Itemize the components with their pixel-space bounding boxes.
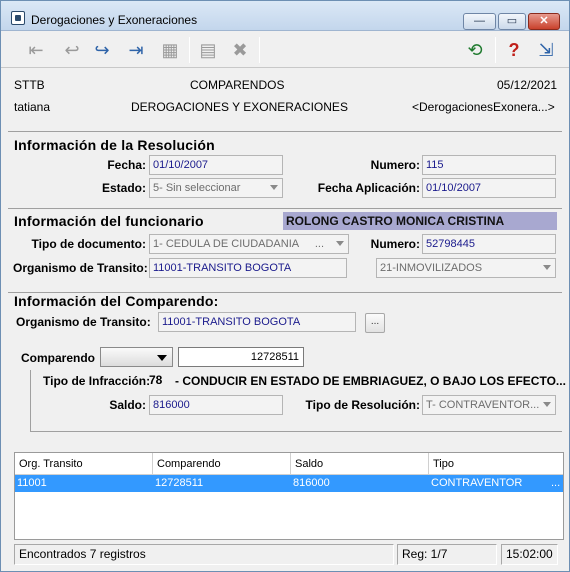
- estado-value: 5- Sin seleccionar: [153, 182, 241, 194]
- toolbar-separator: [495, 37, 496, 63]
- last-record-icon[interactable]: ⇥: [123, 37, 149, 63]
- chevron-down-icon: [157, 355, 167, 361]
- toolbar: ⇤ ↩ ↪ ⇥ ▦ ▤ ✖ ⟲ ? ⇲: [1, 32, 569, 68]
- form-name: <DerogacionesExonera...>: [412, 100, 555, 114]
- maximize-button[interactable]: ▭: [498, 13, 526, 30]
- save-icon[interactable]: ▤: [195, 37, 221, 63]
- fecha-aplicacion-field[interactable]: 01/10/2007: [422, 178, 556, 198]
- tipo-resolucion-label: Tipo de Resolución:: [305, 398, 420, 412]
- minimize-button[interactable]: —: [463, 13, 496, 30]
- app-icon: [11, 11, 25, 25]
- tipo-infraccion-label: Tipo de Infracción:: [43, 374, 151, 388]
- column-header[interactable]: Saldo: [291, 453, 429, 475]
- app-window: Derogaciones y Exoneraciones — ▭ ✕ ⇤ ↩ ↪…: [0, 0, 570, 572]
- tipo-resolucion-value: T- CONTRAVENTOR...: [426, 399, 540, 411]
- comparendo-type-dropdown[interactable]: [100, 347, 173, 367]
- module-label: COMPARENDOS: [190, 78, 285, 92]
- cell-comparendo: 12728511: [155, 477, 204, 489]
- first-record-icon[interactable]: ⇤: [23, 37, 49, 63]
- estado-label: Estado:: [101, 181, 146, 195]
- window-title: Derogaciones y Exoneraciones: [31, 13, 198, 27]
- comparendo-label: Comparendo: [21, 351, 96, 365]
- edit-icon[interactable]: ▦: [157, 37, 183, 63]
- comparendo-organismo-label: Organismo de Transito:: [16, 315, 151, 329]
- grid-header: Org. Transito Comparendo Saldo Tipo: [15, 453, 563, 475]
- next-record-icon[interactable]: ↪: [89, 37, 115, 63]
- cell-tipo: CONTRAVENTOR: [431, 477, 523, 489]
- refresh-icon[interactable]: ⟲: [462, 37, 488, 63]
- estado-dropdown[interactable]: 5- Sin seleccionar: [149, 178, 283, 198]
- cell-org: 11001: [17, 477, 47, 489]
- record-position: Reg: 1/7: [397, 544, 497, 565]
- saldo-field[interactable]: 816000: [149, 395, 283, 415]
- form-title: DEROGACIONES Y EXONERACIONES: [131, 100, 348, 114]
- funcionario-organismo-field[interactable]: 11001-TRANSITO BOGOTA: [149, 258, 347, 278]
- column-header[interactable]: Org. Transito: [15, 453, 153, 475]
- help-icon[interactable]: ?: [501, 37, 527, 63]
- funcionario-name: ROLONG CASTRO MONICA CRISTINA: [283, 212, 557, 230]
- fecha-aplicacion-label: Fecha Aplicación:: [317, 181, 420, 195]
- status-bar: Encontrados 7 registros Reg: 1/7 15:02:0…: [1, 543, 569, 571]
- comparendo-frame: [30, 370, 31, 432]
- chevron-down-icon: [543, 402, 551, 407]
- funcionario-numero-label: Numero:: [370, 237, 420, 251]
- tipo-documento-label: Tipo de documento:: [31, 237, 146, 251]
- chevron-down-icon: [270, 185, 278, 190]
- fecha-label: Fecha:: [107, 158, 146, 172]
- organismo-lookup-button[interactable]: ...: [365, 313, 385, 333]
- funcionario-numero-field[interactable]: 52798445: [422, 234, 556, 254]
- title-bar[interactable]: Derogaciones y Exoneraciones — ▭ ✕: [1, 1, 569, 31]
- tipo-infraccion-desc: - CONDUCIR EN ESTADO DE EMBRIAGUEZ, O BA…: [175, 374, 566, 388]
- column-header[interactable]: Comparendo: [153, 453, 291, 475]
- numero-label: Numero:: [370, 158, 420, 172]
- clock: 15:02:00: [501, 544, 558, 565]
- close-button[interactable]: ✕: [528, 13, 560, 30]
- fecha-field[interactable]: 01/10/2007: [149, 155, 283, 175]
- results-grid[interactable]: Org. Transito Comparendo Saldo Tipo 1100…: [14, 452, 564, 540]
- funcionario-organismo-label: Organismo de Transito:: [13, 261, 148, 275]
- tipo-documento-value: 1- CEDULA DE CIUDADANIA: [153, 238, 300, 250]
- exit-icon[interactable]: ⇲: [533, 37, 559, 63]
- toolbar-separator: [259, 37, 260, 63]
- comparendo-title: Información del Comparendo:: [14, 293, 219, 309]
- inmovilizados-dropdown[interactable]: 21-INMOVILIZADOS: [376, 258, 556, 278]
- saldo-label: Saldo:: [109, 398, 146, 412]
- funcionario-title: Información del funcionario: [14, 213, 204, 229]
- delete-icon[interactable]: ✖: [227, 37, 253, 63]
- tipo-resolucion-dropdown[interactable]: T- CONTRAVENTOR...: [422, 395, 556, 415]
- comparendo-organismo-field[interactable]: 11001-TRANSITO BOGOTA: [158, 312, 356, 332]
- chevron-down-icon: [543, 265, 551, 270]
- cell-saldo: 816000: [293, 477, 330, 489]
- user-label: tatiana: [14, 100, 51, 114]
- tipo-documento-dropdown[interactable]: 1- CEDULA DE CIUDADANIA ...: [149, 234, 349, 254]
- table-row[interactable]: 11001 12728511 816000 CONTRAVENTOR ...: [15, 475, 563, 492]
- tipo-infraccion-code: 78: [149, 373, 163, 387]
- column-header[interactable]: Tipo: [429, 453, 563, 475]
- comparendo-input[interactable]: 12728511: [178, 347, 304, 367]
- company-label: STTB: [14, 78, 45, 92]
- toolbar-separator: [189, 37, 190, 63]
- current-date: 05/12/2021: [497, 78, 558, 92]
- comparendo-frame: [30, 431, 562, 432]
- tipo-documento-dots: ...: [314, 238, 324, 250]
- resolucion-title: Información de la Resolución: [14, 137, 215, 153]
- cell-more[interactable]: ...: [549, 475, 560, 492]
- previous-record-icon[interactable]: ↩: [59, 37, 85, 63]
- numero-field[interactable]: 115: [422, 155, 556, 175]
- records-status: Encontrados 7 registros: [14, 544, 394, 565]
- inmovilizados-value: 21-INMOVILIZADOS: [380, 262, 483, 274]
